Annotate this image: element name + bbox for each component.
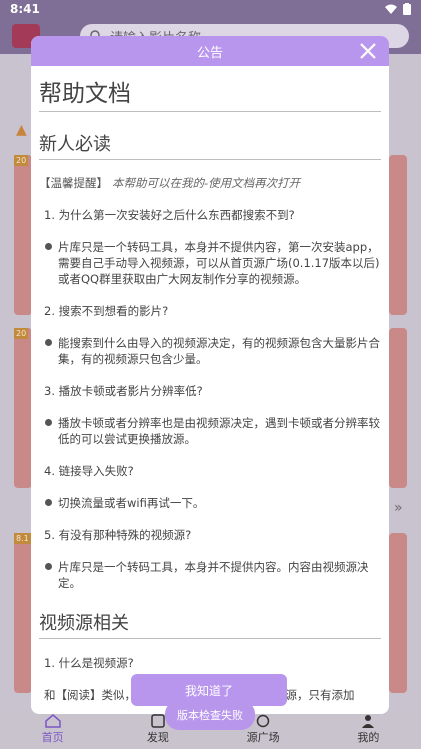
card-tag: 20	[14, 155, 29, 166]
tab-label: 发现	[146, 731, 169, 744]
faq-answer-text: 片库只是一个转码工具，本身并不提供内容，第一次安装app，需要自己手动导入视频源…	[58, 240, 380, 286]
clock: 8:41	[10, 2, 40, 16]
battery-icon	[403, 3, 411, 15]
section-title: 新人必读	[39, 128, 381, 160]
tab-mine[interactable]: 我的	[316, 710, 421, 749]
tip-text: 本帮助可以在我的-使用文档再次打开	[112, 176, 301, 190]
close-icon[interactable]	[357, 40, 379, 62]
faq-answer: 片库只是一个转码工具，本身并不提供内容，第一次安装app，需要自己手动导入视频源…	[39, 239, 381, 287]
movie-card[interactable]: 20	[14, 155, 32, 315]
wifi-icon	[385, 4, 397, 14]
faq-question: 5. 有没有那种特殊的视频源?	[44, 528, 192, 542]
doc-title: 帮助文档	[39, 68, 381, 112]
faq-answer: 播放卡顿或者分辨率也是由视频源决定，遇到卡顿或者分辨率较低的可以尝试更换播放源。	[39, 415, 381, 447]
tab-label: 我的	[357, 731, 380, 744]
faq-question: 1. 为什么第一次安装好之后什么东西都搜索不到?	[44, 208, 295, 222]
faq-answer: 片库只是一个转码工具，本身并不提供内容。内容由视频源决定。	[39, 559, 381, 591]
faq-answer-text: 播放卡顿或者分辨率也是由视频源决定，遇到卡顿或者分辨率较低的可以尝试更换播放源。	[58, 416, 380, 446]
card-tag: 20	[14, 328, 29, 339]
toast-message: 版本检查失败	[165, 700, 255, 730]
faq-question: 2. 搜索不到想看的影片?	[44, 304, 169, 318]
faq-answer: 能搜索到什么由导入的视频源决定，有的视频源包含大量影片合集，有的视频源只包含少量…	[39, 335, 381, 367]
help-document[interactable]: 帮助文档 新人必读 【温馨提醒】 本帮助可以在我的-使用文档再次打开 1. 为什么…	[31, 66, 389, 714]
section-title: 视频源相关	[39, 607, 381, 639]
more-arrow-icon[interactable]: »	[394, 500, 403, 516]
tab-home[interactable]: 首页	[0, 710, 105, 749]
movie-card[interactable]: 20	[14, 328, 32, 488]
status-icons	[385, 3, 411, 15]
faq-answer-text: 能搜索到什么由导入的视频源决定，有的视频源包含大量影片合集，有的视频源只包含少量…	[58, 336, 380, 366]
bullet-icon	[45, 499, 52, 506]
movie-card[interactable]	[389, 533, 407, 693]
card-tag: 8.1	[14, 533, 31, 544]
dialog-title: 公告	[196, 45, 223, 61]
tab-label: 源广场	[246, 731, 280, 744]
source-icon	[256, 714, 270, 728]
faq-answer-text: 切换流量或者wifi再试一下。	[58, 496, 205, 510]
faq-answer: 切换流量或者wifi再试一下。	[39, 495, 381, 511]
bullet-icon	[45, 339, 52, 346]
discover-icon	[151, 714, 165, 728]
bullet-icon	[45, 563, 52, 570]
movie-card[interactable]: 8.1	[14, 533, 32, 693]
user-icon	[362, 715, 375, 728]
status-bar: 8:41	[0, 0, 421, 18]
movie-card[interactable]	[389, 328, 407, 488]
tab-label: 首页	[41, 731, 64, 744]
announcement-dialog: 公告 帮助文档 新人必读 【温馨提醒】 本帮助可以在我的-使用文档再次打开 1. …	[31, 36, 389, 714]
movie-card[interactable]	[389, 155, 407, 315]
faq-answer-text: 片库只是一个转码工具，本身并不提供内容。内容由视频源决定。	[58, 560, 369, 590]
bullet-icon	[45, 419, 52, 426]
bullet-icon	[45, 243, 52, 250]
faq-question: 3. 播放卡顿或者影片分辨率低?	[44, 384, 203, 398]
fire-icon: ▲	[16, 122, 27, 138]
home-icon	[44, 714, 61, 728]
faq-question: 1. 什么是视频源?	[44, 656, 134, 670]
tip-label: 【温馨提醒】	[39, 176, 108, 190]
dialog-header: 公告	[31, 36, 389, 66]
faq-question: 4. 链接导入失败?	[44, 464, 134, 478]
tip-line: 【温馨提醒】 本帮助可以在我的-使用文档再次打开	[39, 175, 381, 191]
